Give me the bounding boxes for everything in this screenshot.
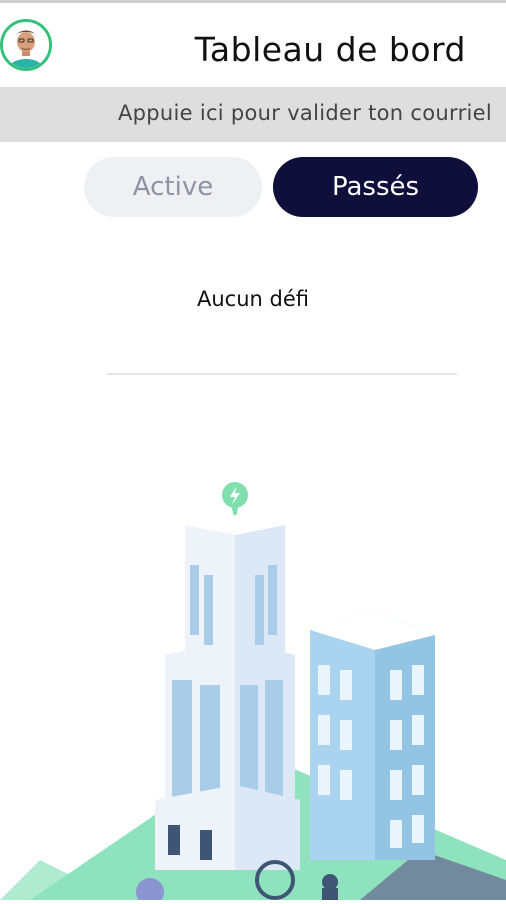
avatar-illustration bbox=[3, 22, 49, 68]
verify-email-banner[interactable]: Appuie ici pour valider ton courriel bbox=[0, 87, 506, 142]
verify-email-text: Appuie ici pour valider ton courriel bbox=[117, 101, 492, 125]
tab-past[interactable]: Passés bbox=[273, 157, 478, 217]
avatar[interactable] bbox=[0, 19, 52, 71]
tower-building bbox=[155, 515, 300, 870]
tab-active[interactable]: Active bbox=[84, 157, 262, 217]
office-building bbox=[310, 610, 435, 860]
challenge-tabs: Active Passés bbox=[0, 157, 506, 219]
page-title: Tableau de bord bbox=[194, 30, 466, 69]
empty-state-text: Aucun défi bbox=[197, 287, 309, 311]
city-illustration bbox=[0, 430, 506, 904]
divider bbox=[107, 373, 457, 375]
app-header: Tableau de bord bbox=[0, 3, 506, 87]
